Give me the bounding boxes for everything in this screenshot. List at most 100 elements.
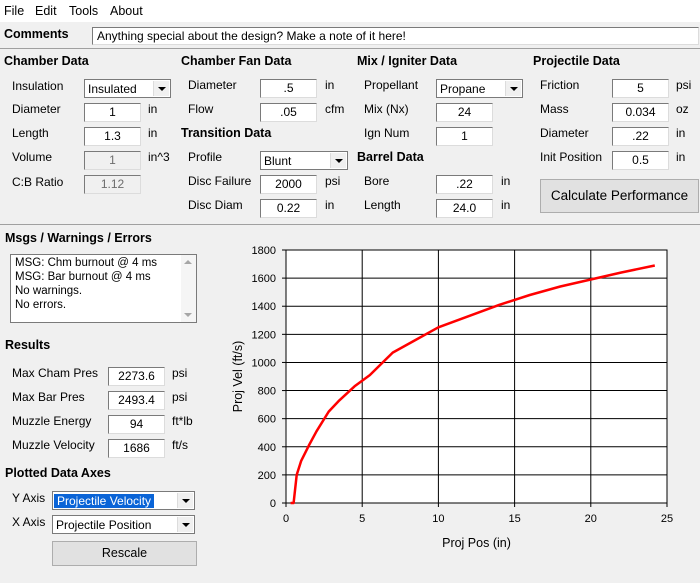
bore-label: Bore	[364, 174, 390, 188]
max-cham-pres-label: Max Cham Pres	[12, 366, 99, 380]
friction-input[interactable]: 5	[612, 79, 669, 98]
rescale-button[interactable]: Rescale	[52, 541, 197, 566]
y-tick-label: 400	[258, 442, 276, 454]
proj-diameter-input[interactable]: .22	[612, 127, 669, 146]
ign-num-input[interactable]: 1	[436, 127, 493, 146]
messages-title: Msgs / Warnings / Errors	[5, 231, 152, 245]
chevron-down-icon[interactable]	[177, 493, 193, 508]
y-tick-label: 800	[258, 386, 276, 398]
fan-flow-label: Flow	[188, 102, 214, 116]
comments-input[interactable]: Anything special about the design? Make …	[92, 27, 699, 45]
barrel-title: Barrel Data	[357, 150, 424, 164]
max-cham-pres-unit: psi	[172, 366, 188, 380]
disc-failure-unit: psi	[325, 174, 341, 188]
x-tick-label: 25	[661, 513, 673, 525]
chamber-length-input[interactable]: 1.3	[84, 127, 141, 146]
transition-title: Transition Data	[181, 126, 272, 140]
axes-title: Plotted Data Axes	[5, 466, 111, 480]
calculate-performance-button[interactable]: Calculate Performance	[540, 179, 699, 213]
disc-diam-input[interactable]: 0.22	[260, 199, 317, 218]
fan-diameter-unit: in	[325, 78, 335, 92]
barrel-length-label: Length	[364, 198, 401, 212]
disc-failure-label: Disc Failure	[188, 174, 252, 188]
menu-tools[interactable]: Tools	[69, 4, 98, 18]
x-axis-select[interactable]: Projectile Position	[52, 515, 195, 534]
menu-edit[interactable]: Edit	[35, 4, 57, 18]
y-tick-label: 200	[258, 470, 276, 482]
menu-file[interactable]: File	[4, 4, 24, 18]
x-tick-label: 20	[585, 513, 597, 525]
muzzle-velocity-label: Muzzle Velocity	[12, 438, 95, 452]
propellant-select[interactable]: Propane	[436, 79, 523, 98]
bore-input[interactable]: .22	[436, 175, 493, 194]
max-bar-pres-unit: psi	[172, 390, 188, 404]
y-tick-label: 0	[270, 498, 276, 510]
mass-input[interactable]: 0.034	[612, 103, 669, 122]
muzzle-energy-unit: ft*lb	[172, 414, 193, 428]
y-axis-title: Proj Vel (ft/s)	[231, 341, 245, 413]
fan-diameter-label: Diameter	[188, 78, 237, 92]
message-line: MSG: Bar burnout @ 4 ms	[15, 271, 151, 283]
comments-label: Comments	[4, 27, 69, 41]
velocity-position-chart: 0 5 10 15 20 25 0 200 400 600 800 1000 1200 1400 1600 1…	[231, 245, 673, 550]
barrel-length-input[interactable]: 24.0	[436, 199, 493, 218]
projectile-title: Projectile Data	[533, 54, 620, 68]
chevron-down-icon[interactable]	[153, 81, 169, 96]
y-tick-label: 1600	[252, 273, 276, 285]
fan-flow-unit: cfm	[325, 102, 345, 116]
y-tick-label: 1000	[252, 357, 276, 369]
muzzle-velocity-value: 1686	[108, 439, 165, 458]
y-tick-label: 1400	[252, 301, 276, 313]
fan-flow-input[interactable]: .05	[260, 103, 317, 122]
init-position-input[interactable]: 0.5	[612, 151, 669, 170]
max-bar-pres-value: 2493.4	[108, 391, 165, 410]
barrel-length-unit: in	[501, 198, 511, 212]
disc-diam-unit: in	[325, 198, 335, 212]
chamber-diameter-unit: in	[148, 102, 158, 116]
propellant-label: Propellant	[364, 78, 419, 92]
chevron-down-icon[interactable]	[505, 81, 521, 96]
mass-label: Mass	[540, 102, 569, 116]
propellant-value: Propane	[440, 82, 486, 96]
x-tick-label: 5	[359, 513, 365, 525]
max-cham-pres-value: 2273.6	[108, 367, 165, 386]
fan-diameter-input[interactable]: .5	[260, 79, 317, 98]
messages-scrollbar[interactable]	[181, 255, 196, 322]
proj-diameter-unit: in	[676, 126, 686, 140]
chamber-length-unit: in	[148, 126, 158, 140]
init-position-unit: in	[676, 150, 686, 164]
scroll-down-icon[interactable]	[184, 313, 192, 317]
menu-about[interactable]: About	[110, 4, 143, 18]
fan-title: Chamber Fan Data	[181, 54, 292, 68]
cb-ratio-label: C:B Ratio	[12, 175, 64, 189]
x-tick-label: 15	[508, 513, 520, 525]
init-position-label: Init Position	[540, 150, 603, 164]
muzzle-energy-label: Muzzle Energy	[12, 414, 92, 428]
chevron-down-icon[interactable]	[177, 517, 193, 532]
plot-area	[285, 249, 668, 504]
scroll-up-icon[interactable]	[184, 260, 192, 264]
chamber-diameter-input[interactable]: 1	[84, 103, 141, 122]
max-bar-pres-label: Max Bar Pres	[12, 390, 85, 404]
messages-listbox[interactable]: MSG: Chm burnout @ 4 ms MSG: Bar burnout…	[10, 254, 197, 323]
menu-bar: File Edit Tools About	[0, 0, 700, 22]
profile-label: Profile	[188, 150, 223, 164]
y-tick-label: 1800	[252, 245, 276, 257]
x-tick-label: 10	[432, 513, 444, 525]
insulation-select[interactable]: Insulated	[84, 79, 171, 98]
proj-diameter-label: Diameter	[540, 126, 589, 140]
profile-select[interactable]: Blunt	[260, 151, 348, 170]
y-tick-label: 1200	[252, 329, 276, 341]
ign-num-label: Ign Num	[364, 126, 410, 140]
chevron-down-icon[interactable]	[330, 153, 346, 168]
disc-failure-input[interactable]: 2000	[260, 175, 317, 194]
friction-unit: psi	[676, 78, 692, 92]
profile-value: Blunt	[264, 154, 292, 168]
volume-label: Volume	[12, 150, 53, 164]
y-axis-select[interactable]: Projectile Velocity	[52, 491, 195, 510]
message-line: MSG: Chm burnout @ 4 ms	[15, 257, 158, 269]
mix-input[interactable]: 24	[436, 103, 493, 122]
volume-unit: in^3	[148, 150, 170, 164]
x-axis-label: X Axis	[12, 515, 46, 529]
y-axis-value: Projectile Velocity	[54, 494, 155, 508]
